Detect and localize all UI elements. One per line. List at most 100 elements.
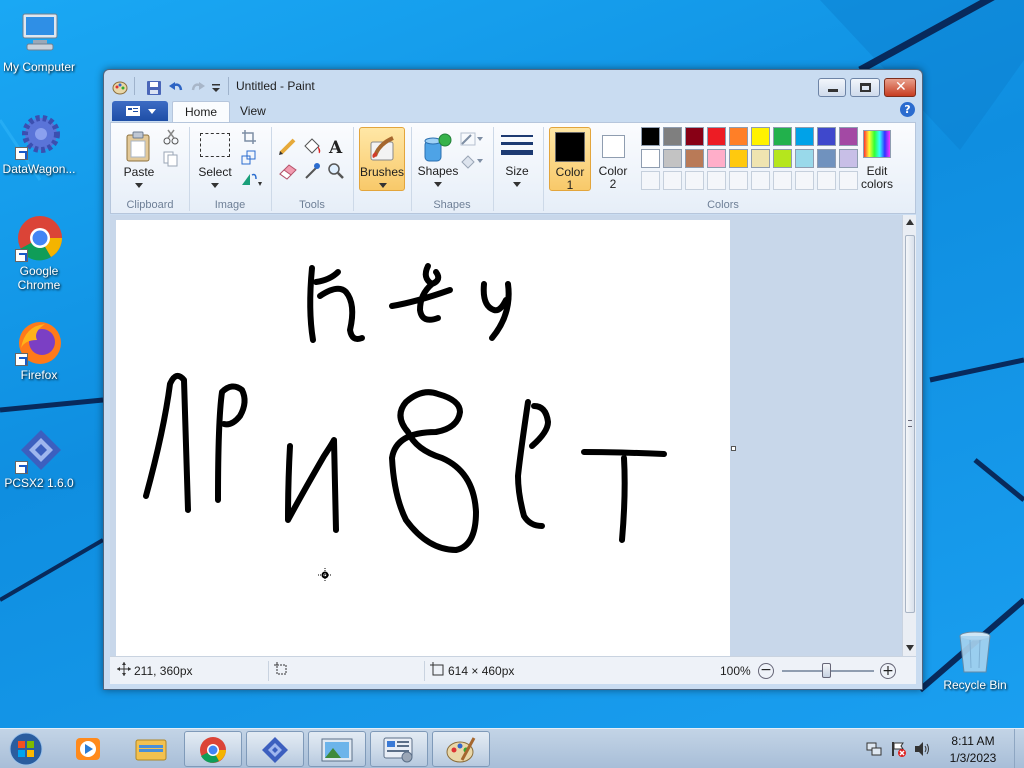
palette-swatch[interactable] — [707, 149, 726, 168]
zoom-out-button[interactable]: − — [758, 663, 774, 679]
zoom-in-button[interactable]: + — [880, 663, 896, 679]
palette-swatch[interactable] — [795, 149, 814, 168]
desktop-icon-google-chrome[interactable]: Google Chrome — [0, 214, 78, 292]
minimize-button[interactable] — [818, 78, 846, 97]
palette-swatch[interactable] — [773, 149, 792, 168]
redo-icon[interactable] — [190, 80, 206, 99]
chevron-down-icon — [379, 183, 387, 188]
taskbar-control-panel[interactable] — [370, 731, 428, 767]
palette-swatch[interactable] — [729, 127, 748, 146]
tab-home[interactable]: Home — [172, 101, 231, 122]
eraser-icon[interactable] — [277, 161, 299, 181]
palette-swatch[interactable] — [751, 127, 770, 146]
scrollbar-thumb[interactable] — [905, 235, 915, 613]
chevron-down-icon — [513, 182, 521, 187]
action-center-icon[interactable] — [890, 741, 906, 760]
help-icon[interactable]: ? — [900, 102, 915, 117]
crop-icon[interactable] — [241, 129, 257, 148]
text-icon[interactable]: A — [325, 137, 347, 158]
color1-button[interactable]: Color 1 — [549, 127, 591, 192]
canvas-resize-handle[interactable] — [731, 446, 736, 451]
palette-swatch-empty[interactable] — [685, 171, 704, 190]
shortcut-arrow-icon — [15, 353, 28, 366]
desktop-icon-pcsx2[interactable]: PCSX2 1.6.0 — [0, 426, 78, 490]
outline-icon[interactable] — [459, 131, 485, 150]
palette-swatch[interactable] — [839, 127, 858, 146]
fill-icon[interactable] — [459, 153, 485, 172]
palette-swatch-empty[interactable] — [707, 171, 726, 190]
palette-swatch-empty[interactable] — [773, 171, 792, 190]
pencil-icon[interactable] — [277, 137, 299, 157]
clock-date[interactable]: 1/3/2023 — [940, 751, 1006, 765]
palette-swatch[interactable] — [663, 127, 682, 146]
fill-bucket-icon[interactable] — [301, 137, 323, 157]
color2-button[interactable]: Color 2 — [593, 127, 633, 191]
palette-swatch[interactable] — [685, 149, 704, 168]
palette-swatch-empty[interactable] — [729, 171, 748, 190]
paste-button[interactable]: Paste — [119, 127, 159, 193]
vertical-scrollbar[interactable] — [902, 215, 916, 656]
desktop-icon-my-computer[interactable]: My Computer — [0, 10, 78, 74]
taskbar-photo-viewer[interactable] — [308, 731, 366, 767]
palette-swatch-empty[interactable] — [663, 171, 682, 190]
zoom-slider-thumb[interactable] — [822, 663, 831, 678]
palette-swatch-empty[interactable] — [839, 171, 858, 190]
file-menu-button[interactable] — [112, 101, 168, 121]
save-icon[interactable] — [146, 80, 162, 99]
select-rectangle-icon — [200, 133, 230, 157]
palette-swatch[interactable] — [795, 127, 814, 146]
palette-swatch[interactable] — [685, 127, 704, 146]
palette-swatch[interactable] — [729, 149, 748, 168]
palette-swatch-empty[interactable] — [641, 171, 660, 190]
taskbar-file-explorer[interactable] — [122, 731, 180, 767]
taskbar-media-player[interactable] — [60, 731, 118, 767]
canvas-workspace[interactable] — [110, 215, 902, 656]
taskbar-pcsx2[interactable] — [246, 731, 304, 767]
network-icon[interactable] — [866, 741, 882, 760]
close-button[interactable]: ✕ — [884, 78, 916, 97]
taskbar-google-chrome[interactable] — [184, 731, 242, 767]
maximize-button[interactable] — [850, 78, 880, 97]
desktop-icon-firefox[interactable]: Firefox — [0, 318, 78, 382]
palette-swatch[interactable] — [817, 127, 836, 146]
volume-icon[interactable] — [914, 741, 930, 760]
tab-view[interactable]: View — [228, 101, 278, 122]
edit-colors-button[interactable]: Edit colors — [857, 127, 897, 191]
drawing-canvas[interactable] — [116, 220, 730, 656]
select-button[interactable]: Select — [195, 127, 233, 193]
palette-swatch[interactable] — [641, 149, 660, 168]
palette-swatch[interactable] — [751, 149, 770, 168]
magnifier-icon[interactable] — [325, 161, 347, 181]
palette-swatch[interactable] — [839, 149, 858, 168]
palette-swatch[interactable] — [641, 127, 660, 146]
recycle-bin-icon — [951, 628, 999, 676]
paint-app-icon[interactable] — [112, 79, 128, 98]
shapes-button[interactable]: Shapes — [415, 127, 461, 191]
desktop-icon-datawagon[interactable]: DataWagon... — [0, 112, 78, 176]
resize-icon[interactable] — [241, 150, 257, 169]
taskbar-paint[interactable] — [432, 731, 490, 767]
rotate-icon[interactable] — [241, 171, 263, 190]
palette-swatch-empty[interactable] — [751, 171, 770, 190]
show-desktop-button[interactable] — [1014, 729, 1024, 768]
cut-icon[interactable] — [163, 129, 179, 148]
color-picker-icon[interactable] — [301, 161, 323, 181]
size-button[interactable]: Size — [497, 127, 537, 191]
brushes-button[interactable]: Brushes — [359, 127, 405, 191]
photo-viewer-icon — [321, 738, 353, 762]
title-bar[interactable]: Untitled - Paint ✕ — [104, 70, 922, 100]
qat-customize-icon[interactable] — [211, 82, 221, 96]
palette-swatch-empty[interactable] — [795, 171, 814, 190]
start-button[interactable] — [6, 731, 46, 767]
palette-swatch[interactable] — [707, 127, 726, 146]
palette-swatch[interactable] — [817, 149, 836, 168]
palette-swatch[interactable] — [663, 149, 682, 168]
zoom-slider[interactable] — [782, 663, 874, 678]
palette-swatch-empty[interactable] — [817, 171, 836, 190]
shapes-label: Shapes — [417, 164, 459, 178]
palette-swatch[interactable] — [773, 127, 792, 146]
clock-time[interactable]: 8:11 AM — [940, 734, 1006, 748]
desktop-icon-recycle-bin[interactable]: Recycle Bin — [936, 628, 1014, 692]
copy-icon[interactable] — [163, 151, 179, 170]
undo-icon[interactable] — [168, 80, 184, 99]
